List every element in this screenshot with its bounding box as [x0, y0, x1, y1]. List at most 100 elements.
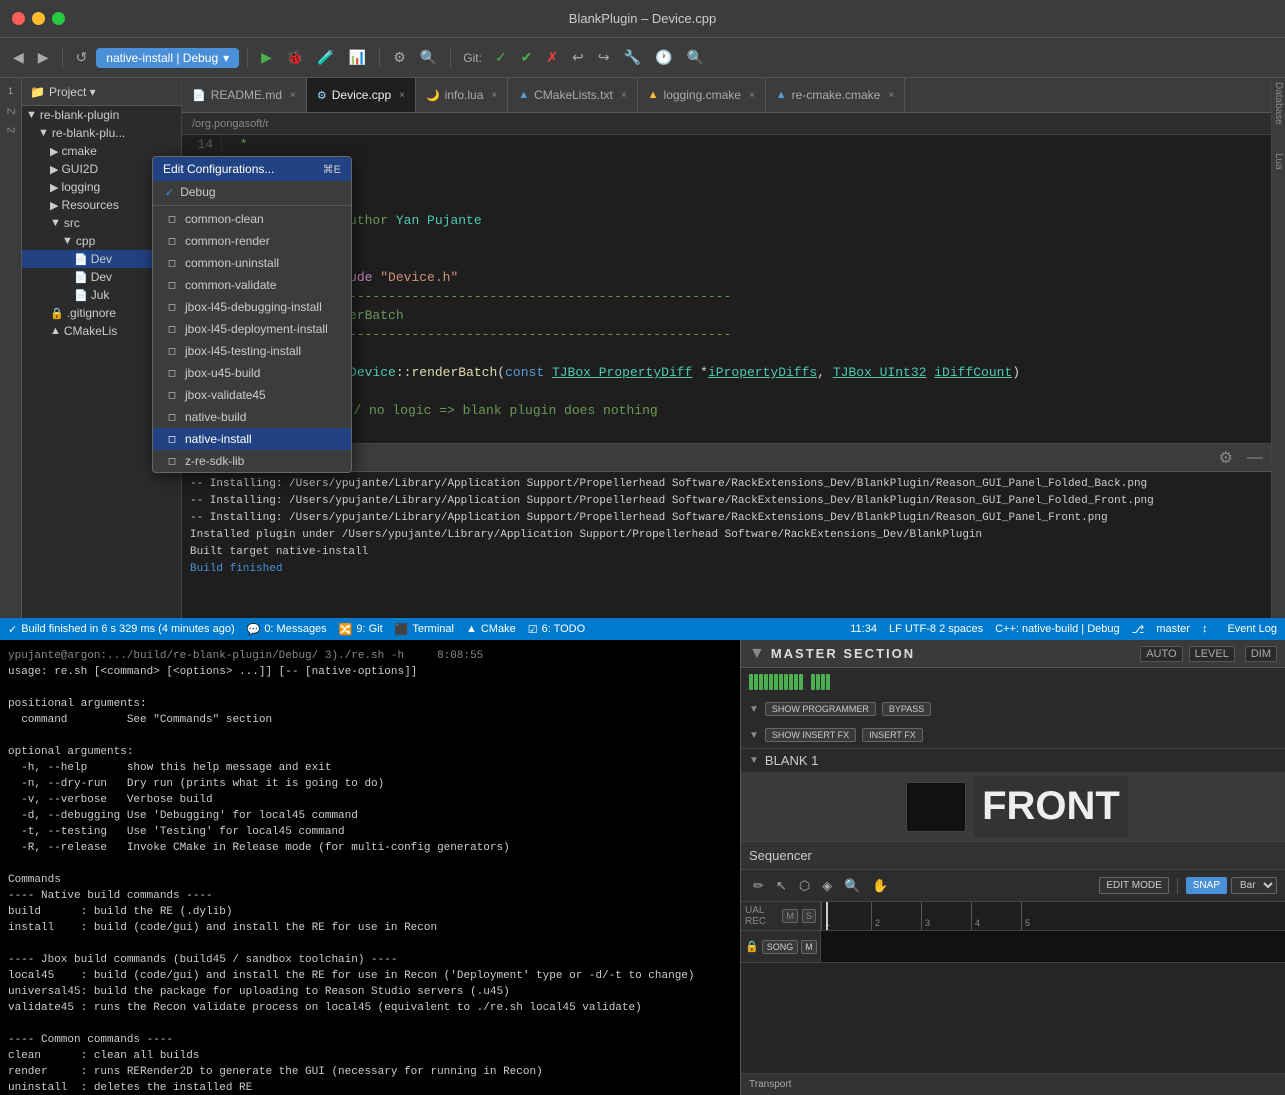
dropdown-item-jbox-u45[interactable]: ◻ jbox-u45-build: [153, 362, 351, 384]
favorites-sidebar-icon[interactable]: 2: [5, 127, 17, 133]
tab-device-cpp[interactable]: ⚙ Device.cpp ×: [307, 78, 416, 112]
hand-tool-button[interactable]: ✋: [868, 876, 892, 896]
pencil-tool-button[interactable]: ✏: [749, 876, 768, 896]
structure-sidebar-icon[interactable]: Z: [5, 108, 17, 115]
level-button[interactable]: LEVEL: [1189, 646, 1235, 662]
git-forward-icon[interactable]: ↪: [593, 47, 615, 68]
gear-icon[interactable]: ⚙: [1219, 448, 1233, 468]
profile-button[interactable]: 📊: [344, 47, 371, 68]
dim-button[interactable]: DIM: [1245, 646, 1277, 662]
pointer-tool-button[interactable]: ↖: [772, 876, 791, 896]
dropdown-item-native-install[interactable]: ◻ native-install: [153, 428, 351, 450]
coverage-button[interactable]: 🧪: [312, 47, 339, 68]
project-panel-header[interactable]: 📁 Project ▾: [22, 78, 181, 106]
magnify-tool-button[interactable]: ◈: [818, 876, 836, 896]
search-tool-button[interactable]: 🔍: [840, 876, 864, 896]
window-title: BlankPlugin – Device.cpp: [569, 11, 716, 26]
transport-label: Transport: [749, 1079, 791, 1090]
edit-configurations-button[interactable]: Edit Configurations... ⌘E: [153, 157, 351, 181]
git-revert-icon[interactable]: ↩: [567, 47, 589, 68]
tab-close-readme[interactable]: ×: [290, 90, 296, 101]
status-terminal[interactable]: ⬛ Terminal: [395, 623, 454, 636]
dropdown-item-common-validate[interactable]: ◻ common-validate: [153, 274, 351, 296]
bypass-button[interactable]: BYPASS: [882, 702, 931, 716]
tab-close-logging-cmake[interactable]: ×: [749, 90, 755, 101]
song-button[interactable]: SONG: [762, 940, 799, 954]
tab-cmakelists[interactable]: ▲ CMakeLists.txt ×: [508, 78, 637, 112]
nav-back-button[interactable]: ◀: [8, 47, 29, 68]
git-label: 9: Git: [356, 623, 382, 635]
show-programmer-button[interactable]: SHOW PROGRAMMER: [765, 702, 876, 716]
project-sidebar-icon[interactable]: 1: [8, 86, 13, 96]
git-log-icon[interactable]: 🕐: [650, 47, 677, 68]
edit-mode-button[interactable]: EDIT MODE: [1099, 877, 1168, 894]
terminal-panel[interactable]: ypujante@argon:.../build/re-blank-plugin…: [0, 640, 740, 1095]
tree-item-re-blank-plugin[interactable]: ▼ re-blank-plugin: [22, 106, 181, 124]
config-dropdown[interactable]: native-install | Debug ▾: [96, 48, 239, 68]
dropdown-item-label: jbox-validate45: [185, 388, 266, 402]
bottom-area: ypujante@argon:.../build/re-blank-plugin…: [0, 640, 1285, 1095]
close-button[interactable]: [12, 12, 25, 25]
dropdown-item-debug[interactable]: ✓ Debug: [153, 181, 351, 203]
lasso-tool-button[interactable]: ⬡: [795, 876, 814, 896]
dropdown-item-jbox-validate[interactable]: ◻ jbox-validate45: [153, 384, 351, 406]
git-tools-icon[interactable]: 🔧: [619, 47, 646, 68]
git-tick-icon[interactable]: ✔: [516, 47, 538, 68]
search-icon[interactable]: 🔍: [415, 47, 442, 68]
seq-separator: [1177, 878, 1178, 894]
status-messages[interactable]: 💬 0: Messages: [247, 623, 327, 636]
debug-button[interactable]: 🐞: [281, 47, 308, 68]
bar-select[interactable]: Bar: [1231, 877, 1277, 894]
dropdown-item-common-clean[interactable]: ◻ common-clean: [153, 208, 351, 230]
event-log-button[interactable]: Event Log: [1227, 623, 1277, 635]
status-build[interactable]: ✓ Build finished in 6 s 329 ms (4 minute…: [8, 623, 235, 636]
maximize-button[interactable]: [52, 12, 65, 25]
status-git[interactable]: 🔀 9: Git: [339, 623, 383, 636]
refresh-button[interactable]: ↺: [71, 47, 93, 68]
sync-icon[interactable]: ↕: [1202, 623, 1208, 635]
lock-icon[interactable]: 🔒: [745, 940, 759, 953]
tab-readme[interactable]: 📄 README.md ×: [182, 78, 307, 112]
lua-panel-label[interactable]: Lua: [1273, 149, 1284, 174]
led-8: [784, 674, 788, 690]
dropdown-item-common-render[interactable]: ◻ common-render: [153, 230, 351, 252]
status-branch: master: [1156, 623, 1190, 635]
dropdown-item-z-re-sdk[interactable]: ◻ z-re-sdk-lib: [153, 450, 351, 472]
dropdown-item-jbox-deployment[interactable]: ◻ jbox-l45-deployment-install: [153, 318, 351, 340]
tab-info-lua[interactable]: 🌙 info.lua ×: [416, 78, 508, 112]
tab-re-cmake[interactable]: ▲ re-cmake.cmake ×: [766, 78, 905, 112]
seq-track-headers: UAL REC M S 1 2 3 4 5: [741, 902, 1285, 931]
terminal-content[interactable]: ypujante@argon:.../build/re-blank-plugin…: [0, 640, 740, 1095]
snap-button[interactable]: SNAP: [1186, 877, 1227, 894]
tab-close-device-cpp[interactable]: ×: [399, 90, 405, 101]
auto-button[interactable]: AUTO: [1140, 646, 1182, 662]
git-search-icon[interactable]: 🔍: [681, 47, 708, 68]
dropdown-item-jbox-debugging[interactable]: ◻ jbox-l45-debugging-install: [153, 296, 351, 318]
show-insert-fx-button[interactable]: SHOW INSERT FX: [765, 728, 856, 742]
tree-item-re-blank-plu[interactable]: ▼ re-blank-plu...: [22, 124, 181, 142]
minimize-panel-icon[interactable]: —: [1247, 449, 1263, 467]
tab-logging-cmake[interactable]: ▲ logging.cmake ×: [638, 78, 766, 112]
nav-forward-button[interactable]: ▶: [33, 47, 54, 68]
dropdown-item-native-build[interactable]: ◻ native-build: [153, 406, 351, 428]
status-todo[interactable]: ☑ 6: TODO: [528, 623, 585, 636]
m-btn[interactable]: M: [782, 909, 798, 923]
m-track-btn[interactable]: M: [801, 940, 817, 954]
insert-fx-button[interactable]: INSERT FX: [862, 728, 923, 742]
build-run-icon[interactable]: ▶: [256, 47, 277, 68]
dropdown-item-jbox-testing[interactable]: ◻ jbox-l45-testing-install: [153, 340, 351, 362]
tab-close-info-lua[interactable]: ×: [491, 90, 497, 101]
s-btn[interactable]: S: [802, 909, 816, 923]
tab-close-re-cmake[interactable]: ×: [888, 90, 894, 101]
dropdown-item-common-uninstall[interactable]: ◻ common-uninstall: [153, 252, 351, 274]
database-label[interactable]: Database: [1273, 78, 1284, 129]
seq-track-content[interactable]: [821, 931, 1285, 962]
code-content[interactable]: * * the License. * * @author Yan Pujante…: [222, 135, 1271, 443]
cmake-button[interactable]: ⚙: [388, 47, 411, 68]
git-check-icon[interactable]: ✓: [490, 47, 512, 68]
status-cmake[interactable]: ▲ CMake: [466, 623, 516, 635]
dropdown-item-label: jbox-l45-testing-install: [185, 344, 301, 358]
git-x-icon[interactable]: ✗: [541, 47, 563, 68]
minimize-button[interactable]: [32, 12, 45, 25]
tab-close-cmakelists[interactable]: ×: [621, 90, 627, 101]
